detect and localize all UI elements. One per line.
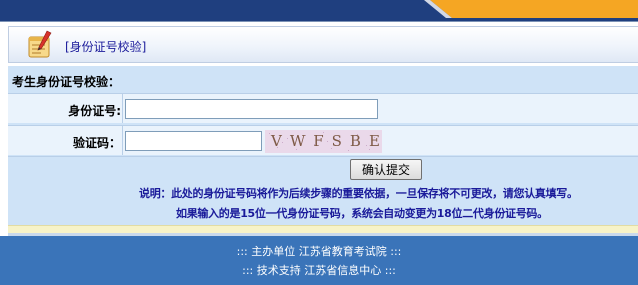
captcha-label: 验证码：	[72, 136, 121, 150]
submit-row: 确认提交 说明：此处的身份证号码将作为后续步骤的重要依据，一旦保存将不可更改，请…	[8, 156, 638, 225]
cell-divider	[122, 126, 123, 155]
footer-organizer: ::: 主办单位 江苏省教育考试院 :::	[236, 245, 402, 258]
submit-button[interactable]: 确认提交	[350, 159, 422, 180]
cell-divider	[122, 94, 123, 123]
captcha-image[interactable]: VWFSBE	[265, 130, 382, 153]
banner-orange-wedge	[424, 0, 638, 18]
instruction-note-2: 如果输入的是15位一代身份证号码，系统会自动变更为18位二代身份证号码。	[176, 207, 548, 220]
id-number-row: 身份证号:	[8, 93, 638, 123]
form-title: 考生身份证号校验：	[12, 75, 121, 89]
divider-strip	[8, 225, 638, 233]
instruction-note: 说明：此处的身份证号码将作为后续步骤的重要依据，一旦保存将不可更改，请您认真填写…	[139, 187, 578, 200]
section-header: [身份证号校验]	[8, 26, 638, 63]
form-title-row: 考生身份证号校验：	[8, 66, 638, 93]
id-number-input[interactable]	[125, 99, 378, 119]
id-check-form: 考生身份证号校验： 身份证号: 验证码： VWFSBE 确认提交 说明：此处的身…	[8, 66, 638, 225]
id-number-label: 身份证号:	[68, 104, 121, 118]
captcha-input[interactable]	[125, 131, 262, 151]
footer-tech-support: ::: 技术支持 江苏省信息中心 :::	[242, 264, 396, 277]
footer: ::: 主办单位 江苏省教育考试院 ::: ::: 技术支持 江苏省信息中心 :…	[0, 236, 638, 285]
top-banner	[0, 0, 638, 22]
captcha-row: 验证码： VWFSBE	[8, 125, 638, 155]
captcha-text: VWFSBE	[271, 132, 382, 150]
notepad-icon	[28, 30, 52, 58]
banner-baseline	[0, 21, 638, 22]
section-title: [身份证号校验]	[65, 40, 147, 54]
